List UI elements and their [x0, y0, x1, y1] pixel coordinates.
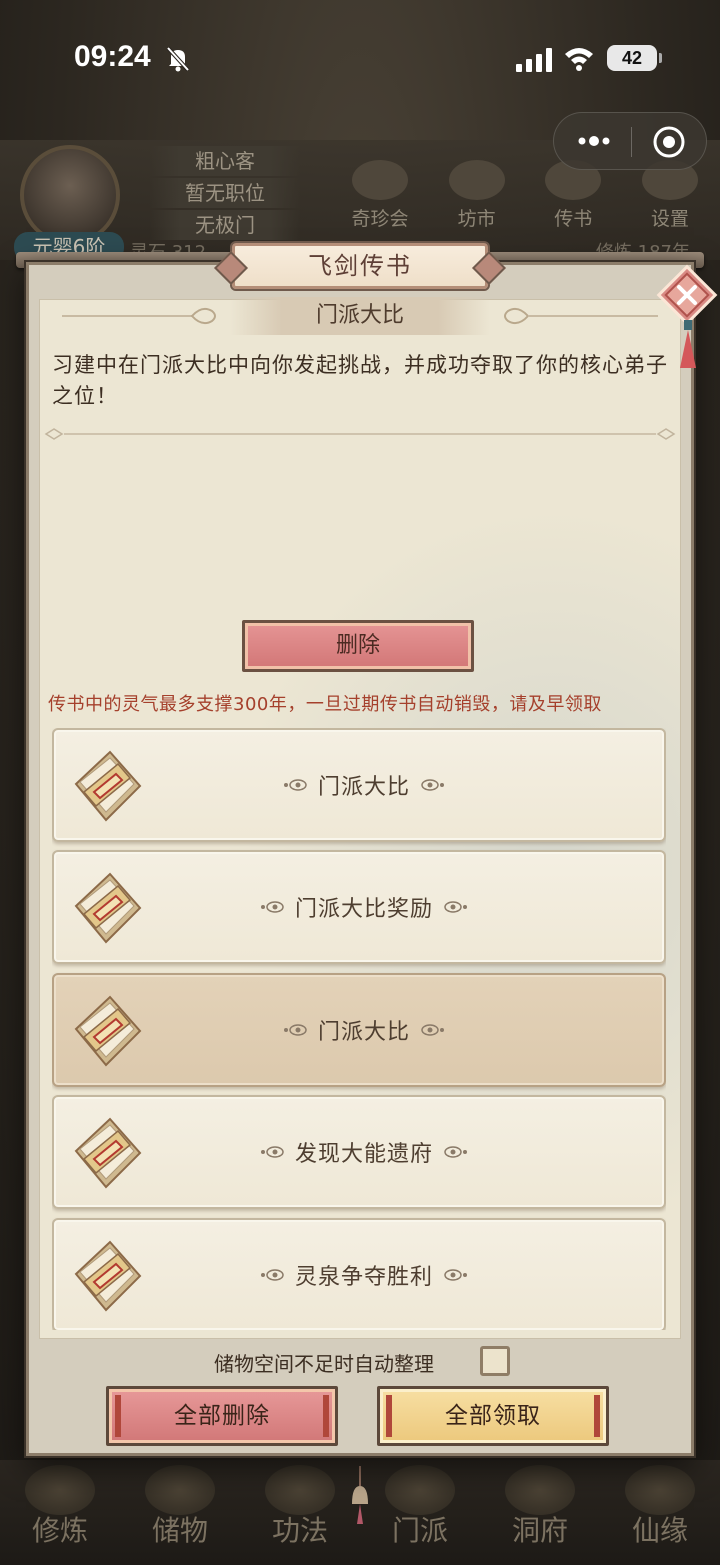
delete-button[interactable]: 删除 — [242, 620, 474, 672]
menu-treasure-fair: 奇珍会 — [340, 160, 420, 231]
title-ornament-right-icon — [504, 307, 658, 325]
list-item[interactable]: 门派大比 — [52, 728, 666, 842]
clock: 09:24 — [74, 40, 151, 73]
ornament-left-icon — [260, 1146, 284, 1158]
more-dots-icon[interactable] — [576, 131, 612, 151]
nav-fate: 仙缘 — [610, 1465, 710, 1549]
player-name: 粗心客 — [150, 146, 300, 176]
nav-storage: 储物 — [130, 1465, 230, 1549]
bell-ornament-icon — [352, 1466, 368, 1524]
ornament-right-icon — [444, 901, 467, 913]
letter-envelope-icon — [74, 750, 142, 822]
close-target-icon[interactable] — [652, 125, 686, 159]
list-item-label: 灵泉争夺胜利 — [154, 1220, 574, 1330]
menu-market: 坊市 — [437, 160, 517, 231]
battery-indicator: 42 — [607, 45, 662, 71]
list-item[interactable]: 发现大能遗府 — [52, 1095, 666, 1209]
letter-body: 习建中在门派大比中向你发起挑战，并成功夺取了你的核心弟子之位！ — [52, 353, 668, 408]
ornament-right-icon — [444, 1146, 467, 1158]
dialog-title: 飞剑传书 — [232, 243, 488, 289]
status-bar: 09:24 42 — [0, 0, 720, 170]
tassel-icon — [680, 320, 696, 368]
list-item-label: 发现大能遗府 — [154, 1097, 574, 1207]
title-ornament-left-icon — [62, 307, 216, 325]
letter-envelope-icon — [74, 995, 142, 1067]
ornament-right-icon — [421, 1024, 444, 1036]
list-item-selected[interactable]: 门派大比 — [52, 973, 666, 1087]
top-menu: 奇珍会 坊市 传书 设置 — [340, 160, 710, 231]
delete-all-button[interactable]: 全部删除 — [106, 1386, 338, 1446]
list-item[interactable]: 灵泉争夺胜利 — [52, 1218, 666, 1330]
market-icon — [448, 160, 505, 200]
close-icon[interactable] — [656, 264, 718, 326]
signal-icon — [516, 48, 552, 72]
player-position: 暂无职位 — [150, 178, 300, 208]
ornament-left-icon — [260, 901, 284, 913]
menu-letters: 传书 — [533, 160, 613, 231]
ornament-right-icon — [421, 779, 444, 791]
ornament-right-icon — [444, 1269, 467, 1281]
wifi-icon — [565, 48, 593, 71]
claim-all-button[interactable]: 全部领取 — [377, 1386, 609, 1446]
letter-list[interactable]: 门派大比 门派大比奖励 门派大比 发现大能遗府 灵泉争夺胜利 — [52, 728, 666, 1330]
expiry-notice: 传书中的灵气最多支撑300年，一旦过期传书自动销毁，请及早领取 — [48, 694, 602, 715]
nav-sect: 门派 — [370, 1465, 470, 1549]
player-avatar — [20, 145, 120, 245]
mute-bell-icon — [166, 46, 190, 72]
auto-sort-label: 储物空间不足时自动整理 — [214, 1352, 434, 1376]
list-item-label: 门派大比 — [154, 975, 574, 1085]
nav-cave: 洞府 — [490, 1465, 590, 1549]
player-info: 粗心客 暂无职位 无极门 — [150, 146, 300, 242]
nav-skills: 功法 — [250, 1465, 350, 1549]
divider-line — [44, 428, 676, 440]
auto-sort-checkbox[interactable] — [480, 1346, 510, 1376]
list-item[interactable]: 门派大比奖励 — [52, 850, 666, 964]
list-item-label: 门派大比 — [154, 730, 574, 840]
player-sect: 无极门 — [150, 210, 300, 240]
letter-envelope-icon — [74, 1240, 142, 1312]
letter-title: 门派大比 — [230, 297, 490, 335]
letter-envelope-icon — [74, 1117, 142, 1189]
list-item-label: 门派大比奖励 — [154, 852, 574, 962]
ornament-left-icon — [283, 1024, 307, 1036]
mini-program-capsule — [553, 112, 707, 170]
capsule-divider — [631, 127, 632, 157]
letter-envelope-icon — [74, 872, 142, 944]
nav-cultivate: 修炼 — [10, 1465, 110, 1549]
ornament-left-icon — [283, 779, 307, 791]
menu-settings: 设置 — [630, 160, 710, 231]
ornament-left-icon — [260, 1269, 284, 1281]
treasure-icon — [352, 160, 408, 200]
